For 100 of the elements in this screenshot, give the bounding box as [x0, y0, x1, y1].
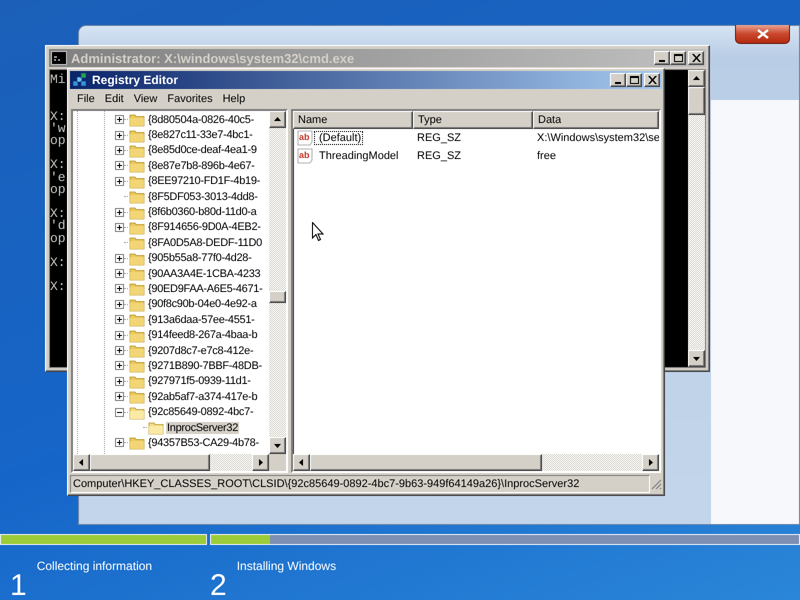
collapse-button[interactable]: [115, 408, 124, 417]
step-number: 2: [210, 569, 227, 600]
tree-item[interactable]: {92ab5af7-a374-417e-b: [115, 389, 258, 404]
left-arrow-icon: [77, 458, 86, 467]
minimize-icon: [615, 82, 621, 84]
expand-button[interactable]: [115, 361, 124, 370]
tree-item[interactable]: {913a6daa-57ee-4551-: [115, 312, 256, 328]
close-icon: [648, 76, 656, 84]
scroll-down-button[interactable]: [688, 350, 705, 367]
expand-button[interactable]: [115, 284, 124, 294]
expand-button[interactable]: [115, 346, 124, 356]
expand-button[interactable]: [115, 300, 124, 309]
folder-icon: [129, 189, 145, 204]
expand-button[interactable]: [115, 146, 124, 155]
expand-button[interactable]: [115, 161, 124, 170]
tree-item[interactable]: {8FA0D5A8-DEDF-11D0: [115, 235, 263, 251]
tree-item[interactable]: {8F914656-9D0A-4EB2-: [115, 220, 262, 236]
scroll-left-button[interactable]: [293, 454, 310, 471]
column-header[interactable]: Data: [533, 111, 659, 129]
tree-item[interactable]: {94357B53-CA29-4b78-: [115, 435, 260, 451]
tree-item[interactable]: {927971f5-0939-11d1-: [115, 374, 252, 390]
tree-item[interactable]: {8e87e7b8-896b-4e67-: [115, 158, 256, 174]
maximize-button[interactable]: [670, 51, 686, 65]
menu-item[interactable]: View: [128, 92, 162, 104]
tree-item[interactable]: {8EE97210-FD1F-4b19-: [115, 174, 262, 189]
tree-item[interactable]: {8e85d0ce-deaf-4ea1-9: [115, 142, 258, 158]
registry-icon: [72, 72, 88, 88]
minimize-button[interactable]: [654, 51, 670, 65]
folder-icon: [129, 204, 145, 220]
scroll-up-button[interactable]: [688, 70, 705, 87]
expand-button[interactable]: [115, 315, 124, 324]
scrollbar-thumb[interactable]: [90, 454, 210, 471]
value-name[interactable]: (Default): [314, 131, 364, 145]
tree-item[interactable]: {905b55a8-77f0-4d28-: [115, 250, 252, 266]
tree-item[interactable]: {8F5DF053-3013-4dd8-: [115, 188, 259, 204]
column-header[interactable]: Name: [293, 111, 413, 129]
scrollbar-thumb[interactable]: [688, 87, 705, 115]
minimize-button[interactable]: [610, 73, 626, 87]
tree-item[interactable]: {90f8c90b-04e0-4e92-a: [115, 296, 258, 312]
console-text: op: [50, 184, 66, 196]
expand-button[interactable]: [115, 254, 124, 263]
expand-button[interactable]: [115, 222, 124, 232]
expand-button[interactable]: [115, 130, 124, 140]
left-arrow-icon: [297, 458, 306, 467]
tree-item[interactable]: {9207d8c7-e7c8-412e-: [115, 342, 254, 358]
expand-button[interactable]: [115, 438, 124, 448]
expand-button[interactable]: [115, 208, 124, 217]
close-button[interactable]: [735, 25, 790, 44]
expand-button[interactable]: [115, 176, 124, 186]
folder-icon: [129, 328, 145, 343]
scrollbar-thumb[interactable]: [269, 291, 286, 303]
menu-item[interactable]: Help: [218, 92, 250, 104]
console-text: X:: [50, 208, 66, 220]
string-value-icon: ab: [297, 148, 313, 164]
scrollbar-thumb[interactable]: [310, 454, 542, 471]
scroll-left-button[interactable]: [73, 454, 90, 471]
menu-item[interactable]: Edit: [100, 92, 129, 104]
console-text: Mi: [50, 74, 66, 86]
folder-icon: [129, 112, 145, 128]
tree-item[interactable]: {90ED9FAA-A6E5-4671-: [115, 281, 264, 297]
menu-item[interactable]: File: [72, 92, 100, 104]
folder-icon: [129, 128, 145, 143]
folder-icon: [129, 435, 145, 450]
folder-icon: [129, 343, 145, 358]
expand-button[interactable]: [115, 115, 124, 124]
value-type: REG_SZ: [416, 132, 462, 144]
status-bar: Computer\HKEY_CLASSES_ROOT\CLSID\{92c85649-0892-4bc7-9b63-949f64149a26}\InprocServer32: [70, 475, 650, 493]
value-name[interactable]: ThreadingModel: [314, 149, 400, 163]
window-title: Administrator: X:\windows\system32\cmd.exe: [71, 50, 356, 66]
tree-item[interactable]: {8e827c11-33e7-4bc1-: [115, 127, 254, 143]
folder-icon: [129, 174, 145, 189]
step-number: 1: [10, 569, 27, 600]
tree-item[interactable]: {90AA3A4E-1CBA-4233: [115, 266, 262, 282]
scroll-up-button[interactable]: [269, 111, 286, 128]
folder-icon: [129, 158, 145, 174]
folder-icon: [129, 312, 145, 328]
tree-item[interactable]: {92c85649-0892-4bc7-: [115, 404, 254, 420]
tree-item[interactable]: {8f6b0360-b80d-11d0-a: [115, 204, 258, 220]
folder-icon: [129, 358, 145, 374]
expand-button[interactable]: [115, 269, 124, 278]
scroll-down-button[interactable]: [269, 437, 286, 454]
close-icon: [692, 54, 700, 62]
scroll-right-button[interactable]: [642, 454, 659, 471]
menu-item[interactable]: Favorites: [162, 92, 218, 104]
maximize-button[interactable]: [626, 73, 642, 87]
scroll-right-button[interactable]: [252, 454, 269, 471]
expand-button[interactable]: [115, 392, 124, 402]
expand-button[interactable]: [115, 330, 124, 340]
expand-button[interactable]: [115, 376, 124, 386]
console-text: 'e: [50, 172, 66, 184]
right-arrow-icon: [646, 458, 655, 467]
up-arrow-icon: [692, 74, 701, 83]
tree-item[interactable]: {914feed8-267a-4baa-b: [115, 327, 258, 343]
column-header[interactable]: Type: [413, 111, 533, 129]
down-arrow-icon: [273, 441, 282, 450]
folder-icon: [129, 235, 145, 250]
console-text: op: [50, 232, 66, 245]
resize-grip-icon[interactable]: [650, 478, 662, 490]
tree-item[interactable]: {8d80504a-0826-40c5-: [115, 112, 255, 128]
tree-item[interactable]: {9271B890-7BBF-48DB-: [115, 358, 263, 374]
